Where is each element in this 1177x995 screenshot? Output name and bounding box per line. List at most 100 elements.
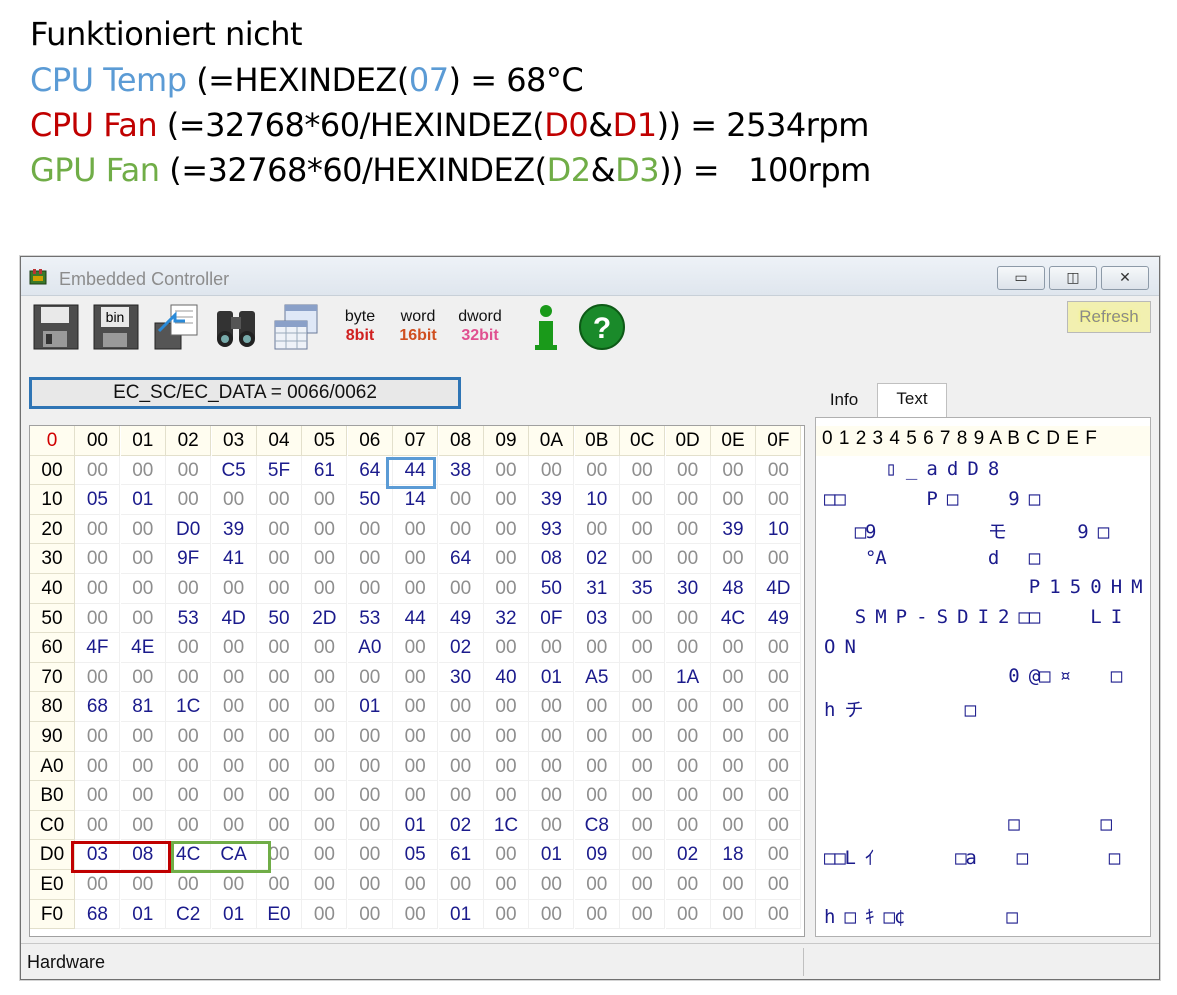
hex-cell[interactable]: 00 <box>120 574 166 604</box>
hex-cell[interactable]: 00 <box>665 633 711 663</box>
hex-cell[interactable]: 81 <box>120 692 166 722</box>
hex-cell[interactable]: 00 <box>529 633 575 663</box>
refresh-button[interactable]: Refresh <box>1067 301 1151 333</box>
hex-cell[interactable]: 00 <box>711 662 756 693</box>
hex-cell[interactable]: 00 <box>756 751 802 782</box>
hex-cell[interactable]: 00 <box>302 810 348 841</box>
hex-cell[interactable]: 00 <box>574 514 620 545</box>
hex-cell[interactable]: 00 <box>393 692 439 722</box>
hex-cell[interactable]: 00 <box>529 781 575 811</box>
hex-cell[interactable]: 00 <box>665 751 711 782</box>
hex-cell[interactable]: 00 <box>166 633 212 663</box>
hex-cell[interactable]: D0 <box>166 514 212 545</box>
hex-cell[interactable]: 00 <box>120 781 166 811</box>
hex-cell[interactable]: 00 <box>393 574 439 604</box>
hex-cell[interactable]: 00 <box>211 781 257 811</box>
hex-cell[interactable]: 00 <box>756 662 802 693</box>
hex-cell[interactable]: 1C <box>484 810 529 841</box>
hex-cell[interactable]: 00 <box>211 662 257 693</box>
hex-cell[interactable]: E0 <box>257 899 302 930</box>
hex-cell[interactable]: 00 <box>756 840 802 870</box>
hex-cell[interactable]: 00 <box>120 662 166 693</box>
hex-cell[interactable]: 00 <box>574 633 620 663</box>
hex-cell[interactable]: 00 <box>438 751 484 782</box>
hex-cell[interactable]: 31 <box>574 574 620 604</box>
hex-cell[interactable]: 00 <box>75 603 121 634</box>
hex-cell[interactable]: 01 <box>529 662 575 693</box>
hex-cell[interactable]: 49 <box>756 603 802 634</box>
hex-cell[interactable]: C2 <box>166 899 212 930</box>
hex-cell[interactable]: 00 <box>75 722 121 752</box>
hex-cell[interactable]: 00 <box>120 455 166 486</box>
hex-cell[interactable]: 00 <box>484 574 529 604</box>
hex-cell[interactable]: 18 <box>711 840 756 870</box>
hex-cell[interactable]: 30 <box>665 574 711 604</box>
hex-cell[interactable]: 00 <box>211 485 257 515</box>
hex-cell[interactable]: 00 <box>347 810 393 841</box>
table-view-button[interactable] <box>271 301 321 353</box>
hex-cell[interactable]: 48 <box>711 574 756 604</box>
hex-cell[interactable]: 00 <box>574 870 620 900</box>
hex-cell[interactable]: 00 <box>620 751 666 782</box>
hex-cell[interactable]: 00 <box>438 514 484 545</box>
hex-cell[interactable]: 00 <box>711 485 756 515</box>
hex-cell[interactable]: 00 <box>211 751 257 782</box>
hex-cell[interactable]: 00 <box>166 781 212 811</box>
hex-cell[interactable]: 02 <box>438 810 484 841</box>
hex-cell[interactable]: 00 <box>438 781 484 811</box>
hex-cell[interactable]: 50 <box>257 603 302 634</box>
hex-cell[interactable]: 00 <box>484 544 529 574</box>
hex-cell[interactable]: 00 <box>620 840 666 870</box>
hex-cell[interactable]: 00 <box>665 544 711 574</box>
hex-cell[interactable]: 00 <box>574 781 620 811</box>
hex-cell[interactable]: 00 <box>302 485 348 515</box>
hex-cell[interactable]: 53 <box>347 603 393 634</box>
hex-cell[interactable]: 00 <box>166 662 212 693</box>
hex-cell[interactable]: 01 <box>120 899 166 930</box>
hex-cell[interactable]: 38 <box>438 455 484 486</box>
hex-cell[interactable]: 00 <box>665 692 711 722</box>
hex-cell[interactable]: 00 <box>302 840 348 870</box>
dword-32bit-button[interactable]: dword 32bit <box>455 301 505 353</box>
hex-cell[interactable]: 00 <box>393 514 439 545</box>
hex-cell[interactable]: 00 <box>438 722 484 752</box>
hex-cell[interactable]: 00 <box>665 722 711 752</box>
text-view-panel[interactable]: 0 1 2 3 4 5 6 7 8 9 A B C D E F ▯ _ a d … <box>815 417 1151 937</box>
hex-cell[interactable]: 40 <box>484 662 529 693</box>
hex-cell[interactable]: 0F <box>529 603 575 634</box>
info-button[interactable] <box>521 301 571 353</box>
hex-cell[interactable]: 00 <box>166 455 212 486</box>
hex-cell[interactable]: 4C <box>711 603 756 634</box>
hex-cell[interactable]: 2D <box>302 603 348 634</box>
hex-cell[interactable]: 02 <box>438 633 484 663</box>
hex-cell[interactable]: 00 <box>257 751 302 782</box>
byte-8bit-button[interactable]: byte 8bit <box>335 301 385 353</box>
hex-cell[interactable]: 61 <box>302 455 348 486</box>
hex-cell[interactable]: C8 <box>574 810 620 841</box>
help-button[interactable]: ? <box>577 301 627 353</box>
hex-cell[interactable]: 39 <box>529 485 575 515</box>
hex-cell[interactable]: 00 <box>438 485 484 515</box>
hex-cell[interactable]: 00 <box>166 870 212 900</box>
hex-cell[interactable]: A5 <box>574 662 620 693</box>
hex-cell[interactable]: 00 <box>665 781 711 811</box>
hex-cell[interactable]: 00 <box>347 722 393 752</box>
hex-cell[interactable]: 00 <box>120 514 166 545</box>
hex-cell[interactable]: 00 <box>257 722 302 752</box>
hex-cell[interactable]: 61 <box>438 840 484 870</box>
hex-cell[interactable]: 00 <box>211 810 257 841</box>
hex-cell[interactable]: 00 <box>120 722 166 752</box>
hex-cell[interactable]: 00 <box>393 633 439 663</box>
hex-cell[interactable]: 00 <box>711 810 756 841</box>
hex-cell[interactable]: 00 <box>257 544 302 574</box>
hex-cell[interactable]: 50 <box>529 574 575 604</box>
hex-cell[interactable]: 00 <box>302 544 348 574</box>
hex-cell[interactable]: 00 <box>620 514 666 545</box>
hex-cell[interactable]: 00 <box>529 455 575 486</box>
hex-cell[interactable]: 00 <box>302 574 348 604</box>
hex-cell[interactable]: 00 <box>257 662 302 693</box>
hex-cell[interactable]: 00 <box>347 751 393 782</box>
hex-cell[interactable]: 00 <box>711 692 756 722</box>
hex-cell[interactable]: 01 <box>529 840 575 870</box>
hex-cell[interactable]: 00 <box>665 899 711 930</box>
